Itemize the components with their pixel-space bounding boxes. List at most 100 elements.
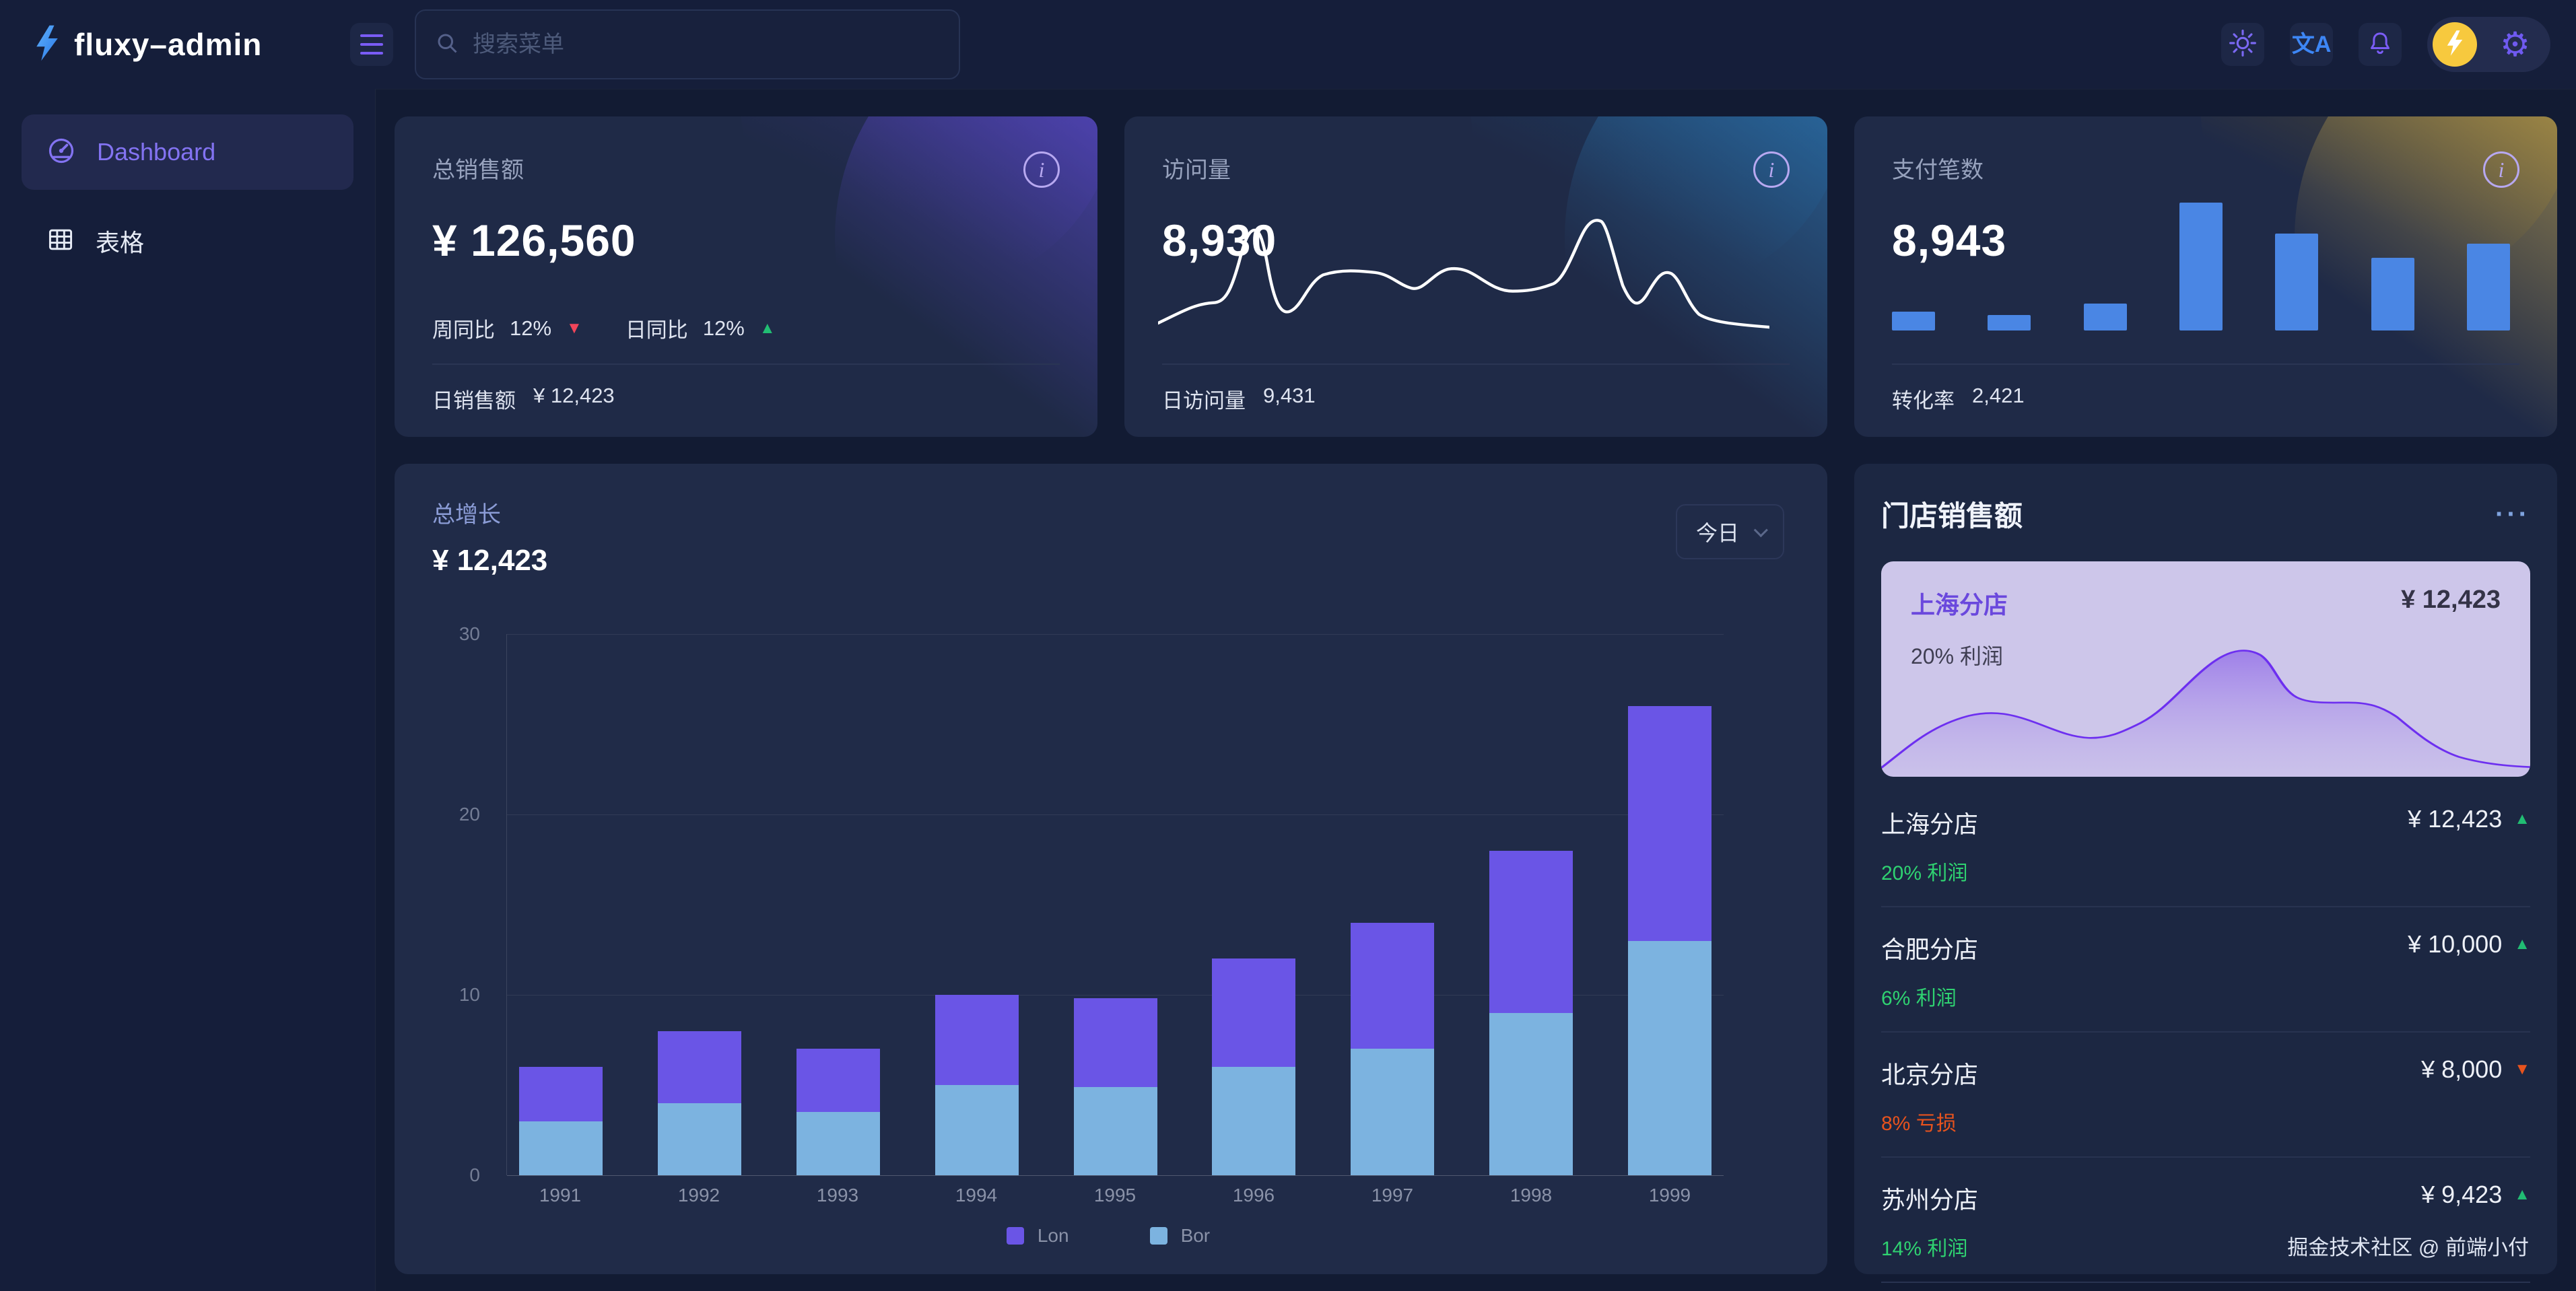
store-row[interactable]: 南京分店6% 亏损¥ 7,423▼ xyxy=(1881,1283,2530,1291)
y-tick-label: 0 xyxy=(469,1164,480,1186)
payment-bar-3 xyxy=(2084,304,2127,330)
card-footer: 日访问量 9,431 xyxy=(1162,365,1790,414)
segment-lon xyxy=(658,1031,741,1103)
y-tick-label: 10 xyxy=(459,984,480,1006)
x-tick-label: 1999 xyxy=(1628,1185,1711,1206)
bar-1994[interactable] xyxy=(935,634,1019,1175)
week-trend: 周同比 12% ▼ xyxy=(432,313,582,343)
search-icon xyxy=(435,31,459,59)
notifications-button[interactable] xyxy=(2359,23,2402,66)
x-tick-label: 1993 xyxy=(796,1185,879,1206)
info-icon[interactable]: i xyxy=(1753,151,1790,188)
segment-bor xyxy=(1074,1087,1157,1175)
search-input[interactable] xyxy=(473,32,940,58)
chevron-down-icon xyxy=(1754,523,1768,537)
bar-1997[interactable] xyxy=(1351,634,1434,1175)
store-change: 8% 亏损 xyxy=(1881,1107,1978,1136)
table-icon xyxy=(46,225,75,258)
card-title: 访问量 xyxy=(1162,151,1231,184)
sidebar-item-label: 表格 xyxy=(96,223,144,258)
sidebar-item-dashboard[interactable]: Dashboard xyxy=(22,114,353,190)
x-tick-label: 1998 xyxy=(1489,1185,1573,1206)
store-list: 上海分店20% 利润¥ 12,423▲合肥分店6% 利润¥ 10,000▲北京分… xyxy=(1881,782,2530,1291)
segment-lon xyxy=(796,1049,880,1112)
gear-icon[interactable]: ⚙ xyxy=(2500,28,2530,61)
bar-1995[interactable] xyxy=(1074,634,1157,1175)
bar-1991[interactable] xyxy=(519,634,603,1175)
up-triangle-icon: ▲ xyxy=(2514,1187,2530,1203)
up-triangle-icon: ▲ xyxy=(759,320,776,337)
growth-title: 总增长 xyxy=(432,496,547,529)
legend-label: Bor xyxy=(1181,1225,1211,1247)
y-tick-label: 20 xyxy=(459,804,480,825)
legend-swatch xyxy=(1150,1227,1167,1245)
bar-1996[interactable] xyxy=(1212,634,1295,1175)
card-title: 总销售额 xyxy=(432,151,524,184)
sidebar-item-table[interactable]: 表格 xyxy=(22,209,353,273)
legend-item-bor[interactable]: Bor xyxy=(1150,1225,1211,1247)
payment-bar-1 xyxy=(1892,312,1935,331)
language-button[interactable]: 文A xyxy=(2290,23,2333,66)
user-settings-pill[interactable]: ⚙ xyxy=(2427,17,2550,72)
card-title: 支付笔数 xyxy=(1892,151,1984,184)
bar-1999[interactable] xyxy=(1628,634,1711,1175)
range-selector-dropdown[interactable]: 今日 xyxy=(1676,504,1784,559)
legend-swatch xyxy=(1007,1227,1024,1245)
bar-1998[interactable] xyxy=(1489,634,1573,1175)
x-tick-label: 1995 xyxy=(1073,1185,1157,1206)
segment-lon xyxy=(519,1067,603,1121)
segment-lon xyxy=(1074,998,1157,1086)
store-value: ¥ 10,000 xyxy=(2408,930,2502,958)
x-tick-label: 1992 xyxy=(657,1185,741,1206)
app-root: fluxy–admin xyxy=(0,0,2576,1291)
credit-text: 掘金技术社区 @ 前端小付 xyxy=(2287,1230,2529,1261)
segment-bor xyxy=(796,1112,880,1175)
segment-bor xyxy=(658,1103,741,1175)
up-triangle-icon: ▲ xyxy=(2514,811,2530,827)
segment-bor xyxy=(935,1085,1019,1175)
bar-1992[interactable] xyxy=(658,634,741,1175)
stat-cards-row: 总销售额 i ¥ 126,560 周同比 12% ▼ 日同比 12% xyxy=(395,116,2557,437)
info-icon[interactable]: i xyxy=(1023,151,1060,188)
segment-lon xyxy=(1489,851,1573,1013)
store-row[interactable]: 合肥分店6% 利润¥ 10,000▲ xyxy=(1881,907,2530,1033)
legend-item-lon[interactable]: Lon xyxy=(1007,1225,1069,1247)
store-row[interactable]: 苏州分店14% 利润¥ 9,423▲ xyxy=(1881,1158,2530,1283)
main-content: 总销售额 i ¥ 126,560 周同比 12% ▼ 日同比 12% xyxy=(375,89,2576,1291)
store-value: ¥ 8,000 xyxy=(2421,1055,2502,1084)
featured-store-value: ¥ 12,423 xyxy=(2401,586,2501,621)
card-footer: 转化率 2,421 xyxy=(1892,365,2519,414)
card-visits: 访问量 i 8,930 日访问量 9,431 xyxy=(1124,116,1827,437)
up-triangle-icon: ▲ xyxy=(2514,936,2530,952)
info-icon[interactable]: i xyxy=(2483,151,2519,188)
brand-logo[interactable]: fluxy–admin xyxy=(32,24,322,65)
featured-store-note: 20% 利润 xyxy=(1911,639,2501,670)
down-triangle-icon: ▼ xyxy=(566,320,582,337)
menu-toggle-button[interactable] xyxy=(350,23,393,66)
theme-toggle-button[interactable] xyxy=(2221,23,2264,66)
card-footer: 日销售额 ¥ 12,423 xyxy=(432,365,1060,414)
stores-title: 门店销售额 xyxy=(1881,493,2023,534)
payment-bar-4 xyxy=(2179,203,2223,330)
x-tick-label: 1991 xyxy=(518,1185,602,1206)
store-row[interactable]: 北京分店8% 亏损¥ 8,000▼ xyxy=(1881,1033,2530,1158)
total-sales-value: ¥ 126,560 xyxy=(432,215,1060,266)
segment-lon xyxy=(935,995,1019,1085)
y-tick-label: 30 xyxy=(459,623,480,645)
gauge-icon xyxy=(46,135,77,170)
card-payments: 支付笔数 i 8,943 转化率 2,421 xyxy=(1854,116,2557,437)
x-tick-label: 1997 xyxy=(1351,1185,1434,1206)
x-tick-label: 1994 xyxy=(935,1185,1018,1206)
bar-1993[interactable] xyxy=(796,634,880,1175)
top-actions: 文A ⚙ xyxy=(2221,17,2550,72)
store-row[interactable]: 上海分店20% 利润¥ 12,423▲ xyxy=(1881,782,2530,907)
avatar[interactable] xyxy=(2433,22,2477,67)
more-menu-icon[interactable]: ··· xyxy=(2495,508,2530,521)
down-triangle-icon: ▼ xyxy=(2514,1061,2530,1078)
store-name: 上海分店 xyxy=(1881,805,1978,840)
store-change: 20% 利润 xyxy=(1881,856,1978,886)
search-box[interactable] xyxy=(415,9,960,79)
featured-store-card[interactable]: 上海分店 ¥ 12,423 20% 利润 xyxy=(1881,561,2530,777)
lightning-avatar-icon xyxy=(2445,30,2465,60)
brand-name: fluxy–admin xyxy=(74,26,262,63)
